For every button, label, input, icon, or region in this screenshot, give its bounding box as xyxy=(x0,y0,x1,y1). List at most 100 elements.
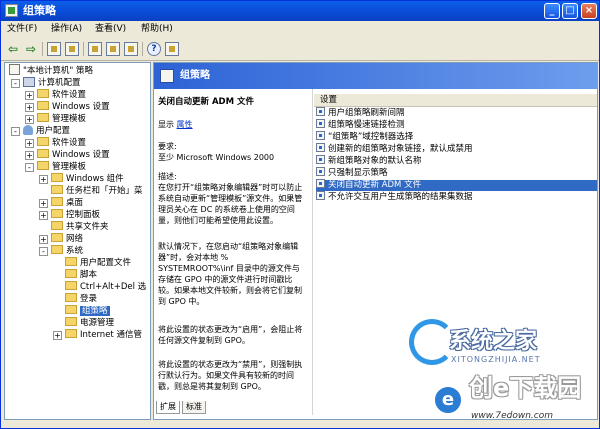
help-icon[interactable]: ? xyxy=(147,42,161,56)
setting-title: 关闭自动更新 ADM 文件 xyxy=(158,97,255,107)
list-item[interactable]: 只强制显示策略 xyxy=(316,167,597,179)
tab-extended[interactable]: 扩展 xyxy=(156,401,180,414)
tree-node[interactable]: 共享文件夹 xyxy=(51,221,109,233)
tree-expander[interactable]: + xyxy=(25,115,34,124)
show-tree-icon[interactable] xyxy=(65,42,79,56)
settings-list: 设置 用户组策略刷新间隔 组策略慢速链接检测 “组策略”域控制器选择 创建新的组… xyxy=(314,89,597,415)
tree-expander[interactable]: + xyxy=(53,331,62,340)
tree-expander[interactable]: + xyxy=(25,103,34,112)
computer-icon xyxy=(23,76,35,87)
list-item[interactable]: 用户组策略刷新间隔 xyxy=(316,107,597,119)
tab-standard[interactable]: 标准 xyxy=(182,401,206,414)
tree-node[interactable]: 登录 xyxy=(65,293,97,305)
status-bar xyxy=(1,421,599,428)
tree-node[interactable]: Internet 通信管 xyxy=(65,329,142,341)
requirements-value: 至少 Microsoft Windows 2000 xyxy=(158,153,275,162)
properties-link[interactable]: 属性 xyxy=(177,120,193,129)
tree-node-user-config[interactable]: 用户配置 xyxy=(23,124,70,137)
group-policy-window: 组策略 _ □ × 文件(F) 操作(A) 查看(V) 帮助(H) ⇦ ⇨ ? … xyxy=(0,0,600,429)
app-icon xyxy=(5,4,18,17)
tree-node-group-policy[interactable]: 组策略 xyxy=(65,305,110,317)
menu-action[interactable]: 操作(A) xyxy=(51,24,82,35)
setting-icon xyxy=(316,167,325,176)
tree-node[interactable]: 任务栏和「开始」菜 xyxy=(51,185,143,197)
tree-expander[interactable]: - xyxy=(11,127,20,136)
forward-arrow-icon[interactable]: ⇨ xyxy=(24,42,38,56)
folder-icon xyxy=(65,329,77,338)
tree-node[interactable]: 软件设置 xyxy=(37,137,86,149)
list-item-selected[interactable]: 关闭自动更新 ADM 文件 xyxy=(316,179,597,191)
column-header[interactable]: 设置 xyxy=(314,94,597,107)
setting-icon xyxy=(316,119,325,128)
folder-icon xyxy=(51,245,63,254)
details-header-title: 组策略 xyxy=(180,70,210,81)
description-paragraph-2: 默认情况下，在您启动“组策略对象编辑器”时，会对本地 % SYSTEMROOT%… xyxy=(158,242,302,306)
tree-node[interactable]: 软件设置 xyxy=(37,89,86,101)
list-item[interactable]: 不允许交互用户生成策略的结果集数据 xyxy=(316,191,597,203)
tree-node[interactable]: 用户配置文件 xyxy=(65,257,131,269)
tree-expander[interactable]: + xyxy=(25,151,34,160)
details-pane: 组策略 关闭自动更新 ADM 文件 显示 属性 要求: 至少 Microsoft… xyxy=(153,62,598,420)
tree-node-computer-config[interactable]: 计算机配置 xyxy=(23,76,81,89)
tree-expander[interactable]: - xyxy=(39,247,48,256)
tree-expander[interactable]: + xyxy=(39,175,48,184)
refresh-icon[interactable] xyxy=(106,42,120,56)
tree-expander[interactable]: + xyxy=(25,91,34,100)
folder-icon xyxy=(37,137,49,146)
folder-icon xyxy=(37,89,49,98)
description-panel: 关闭自动更新 ADM 文件 显示 属性 要求: 至少 Microsoft Win… xyxy=(154,89,313,415)
maximize-button[interactable]: □ xyxy=(562,3,578,19)
back-arrow-icon[interactable]: ⇦ xyxy=(6,42,20,56)
window-title: 组策略 xyxy=(23,4,56,17)
display-properties-line: 显示 属性 xyxy=(158,119,308,130)
setting-icon xyxy=(316,179,325,188)
toolbar-separator xyxy=(42,42,43,56)
close-button[interactable]: × xyxy=(581,3,597,19)
tree-expander[interactable]: + xyxy=(25,139,34,148)
folder-icon xyxy=(65,257,77,266)
user-icon xyxy=(23,124,33,135)
tree-expander[interactable]: - xyxy=(25,163,34,172)
tree-expander[interactable]: + xyxy=(39,235,48,244)
tree-expander[interactable]: + xyxy=(39,211,48,220)
tree-node[interactable]: 网络 xyxy=(51,233,83,245)
title-bar[interactable]: 组策略 _ □ × xyxy=(1,1,599,21)
tree-expander[interactable]: - xyxy=(11,79,20,88)
tree-node[interactable]: 桌面 xyxy=(51,197,83,209)
console-icon[interactable] xyxy=(165,42,179,56)
folder-icon xyxy=(37,101,49,110)
tree-node[interactable]: 系统 xyxy=(51,245,83,257)
up-folder-icon[interactable] xyxy=(47,42,61,56)
setting-icon xyxy=(316,143,325,152)
tree-expander[interactable]: + xyxy=(39,199,48,208)
list-item[interactable]: 创建新的组策略对象链接，默认成禁用 xyxy=(316,143,597,155)
tree-node[interactable]: Ctrl+Alt+Del 选 xyxy=(65,281,146,293)
tree-node[interactable]: Windows 组件 xyxy=(51,173,124,185)
folder-icon xyxy=(65,293,77,302)
menu-file[interactable]: 文件(F) xyxy=(7,24,37,35)
setting-icon xyxy=(316,191,325,200)
tree-node[interactable]: 管理模板 xyxy=(37,113,86,125)
tree-node[interactable]: 脚本 xyxy=(65,269,97,281)
properties-icon[interactable] xyxy=(88,42,102,56)
policy-icon xyxy=(9,64,20,75)
export-list-icon[interactable] xyxy=(124,42,138,56)
folder-icon xyxy=(51,173,63,182)
menu-help[interactable]: 帮助(H) xyxy=(141,24,173,35)
list-item[interactable]: “组策略”域控制器选择 xyxy=(316,131,597,143)
menu-view[interactable]: 查看(V) xyxy=(95,24,126,35)
tree-node[interactable]: 管理模板 xyxy=(37,161,86,173)
tree-node[interactable]: 电源管理 xyxy=(65,317,114,329)
tree-node-root[interactable]: "本地计算机" 策略 xyxy=(9,64,93,77)
setting-icon xyxy=(316,155,325,164)
tree-node[interactable]: 控制面板 xyxy=(51,209,100,221)
description-paragraph-3: 将此设置的状态更改为“启用”，会阻止将任何源文件复制到 GPO。 xyxy=(158,325,303,345)
tree-node[interactable]: Windows 设置 xyxy=(37,101,110,113)
folder-icon xyxy=(65,269,77,278)
list-item[interactable]: 新组策略对象的默认名称 xyxy=(316,155,597,167)
folder-icon xyxy=(65,317,77,326)
tree-node[interactable]: Windows 设置 xyxy=(37,149,110,161)
list-item[interactable]: 组策略慢速链接检测 xyxy=(316,119,597,131)
folder-icon xyxy=(65,281,77,290)
minimize-button[interactable]: _ xyxy=(544,3,560,19)
